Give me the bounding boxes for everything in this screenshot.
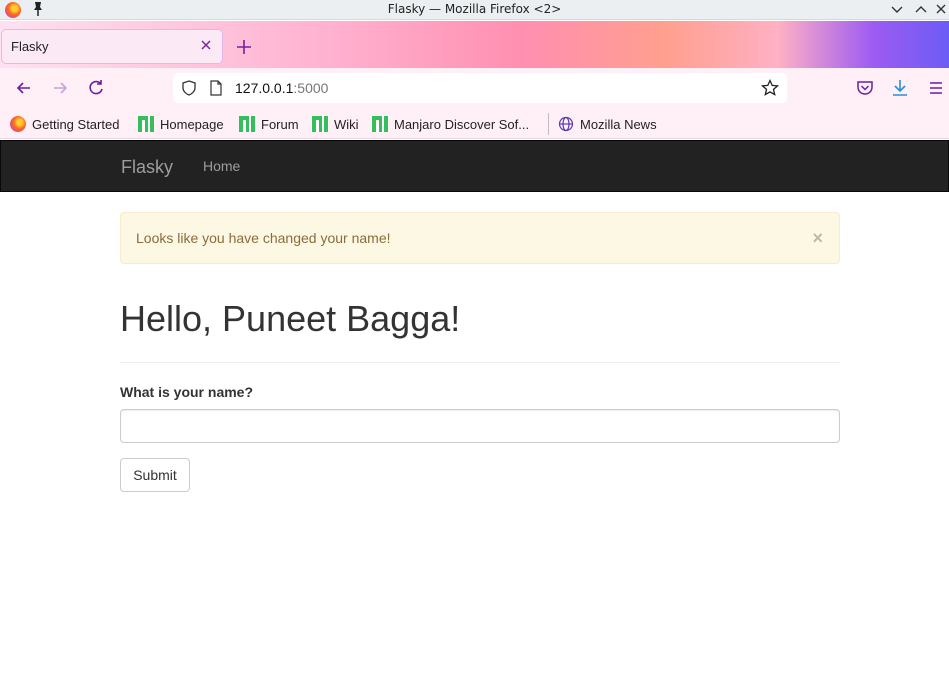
- hamburger-menu-icon[interactable]: [926, 78, 946, 98]
- alert-close-button[interactable]: ×: [812, 229, 823, 247]
- bookmark-label: Forum: [261, 116, 299, 132]
- bookmark-homepage[interactable]: Homepage: [138, 115, 224, 133]
- nav-home-link[interactable]: Home: [203, 158, 240, 174]
- bookmark-manjaro-discover[interactable]: Manjaro Discover Sof...: [372, 115, 529, 133]
- url-port: :5000: [293, 80, 329, 96]
- bookmark-mozilla-news[interactable]: Mozilla News: [558, 115, 657, 133]
- bookmark-label: Homepage: [160, 116, 224, 132]
- bookmark-label: Getting Started: [32, 116, 120, 132]
- bookmark-forum[interactable]: Forum: [239, 115, 299, 133]
- plus-icon[interactable]: [234, 37, 254, 57]
- maximize-icon[interactable]: [913, 1, 929, 17]
- flash-alert: Looks like you have changed your name! ×: [120, 212, 840, 264]
- tab-label: Flasky: [11, 39, 49, 54]
- tab-strip: Flasky: [0, 21, 949, 68]
- url-bar[interactable]: 127.0.0.1:5000: [173, 73, 787, 103]
- close-icon[interactable]: [198, 37, 214, 53]
- name-field-label: What is your name?: [120, 384, 254, 400]
- window-title: Flasky — Mozilla Firefox <2>: [387, 2, 562, 16]
- page-heading: Hello, Puneet Bagga!: [120, 298, 461, 339]
- bookmark-label: Mozilla News: [580, 116, 657, 132]
- name-input[interactable]: [120, 409, 840, 443]
- bookmark-label: Wiki: [334, 116, 359, 132]
- close-icon[interactable]: [933, 1, 949, 17]
- firefox-icon: [10, 116, 26, 132]
- bookmark-wiki[interactable]: Wiki: [312, 115, 359, 133]
- url-host: 127.0.0.1: [235, 80, 294, 96]
- alert-message: Looks like you have changed your name!: [136, 230, 391, 246]
- arrow-right-icon[interactable]: [50, 78, 70, 98]
- download-icon[interactable]: [890, 78, 910, 98]
- page-icon[interactable]: [209, 80, 223, 96]
- star-icon[interactable]: [761, 79, 779, 97]
- navigation-toolbar: 127.0.0.1:5000: [0, 68, 949, 108]
- heading-divider: [120, 362, 840, 363]
- submit-button[interactable]: Submit: [120, 458, 190, 492]
- pocket-icon[interactable]: [855, 78, 875, 98]
- site-brand-link[interactable]: Flasky: [121, 157, 173, 178]
- globe-icon: [558, 116, 574, 132]
- minimize-icon[interactable]: [889, 1, 905, 17]
- url-text[interactable]: 127.0.0.1:5000: [235, 80, 328, 96]
- web-page: Flasky Home Looks like you have changed …: [0, 140, 949, 679]
- bookmark-separator: [548, 113, 549, 135]
- reload-icon[interactable]: [86, 78, 106, 98]
- manjaro-icon: [239, 116, 255, 132]
- window-titlebar: Flasky — Mozilla Firefox <2>: [0, 0, 949, 20]
- site-navbar: Flasky Home: [0, 140, 949, 192]
- tab-flasky[interactable]: Flasky: [1, 29, 223, 64]
- manjaro-icon: [372, 116, 388, 132]
- shield-icon[interactable]: [181, 80, 197, 96]
- bookmark-getting-started[interactable]: Getting Started: [10, 115, 119, 133]
- bookmarks-toolbar: Getting Started Homepage Forum Wiki Manj…: [0, 108, 949, 139]
- bookmark-label: Manjaro Discover Sof...: [394, 116, 530, 132]
- manjaro-icon: [138, 116, 154, 132]
- arrow-left-icon[interactable]: [14, 78, 34, 98]
- manjaro-icon: [312, 116, 328, 132]
